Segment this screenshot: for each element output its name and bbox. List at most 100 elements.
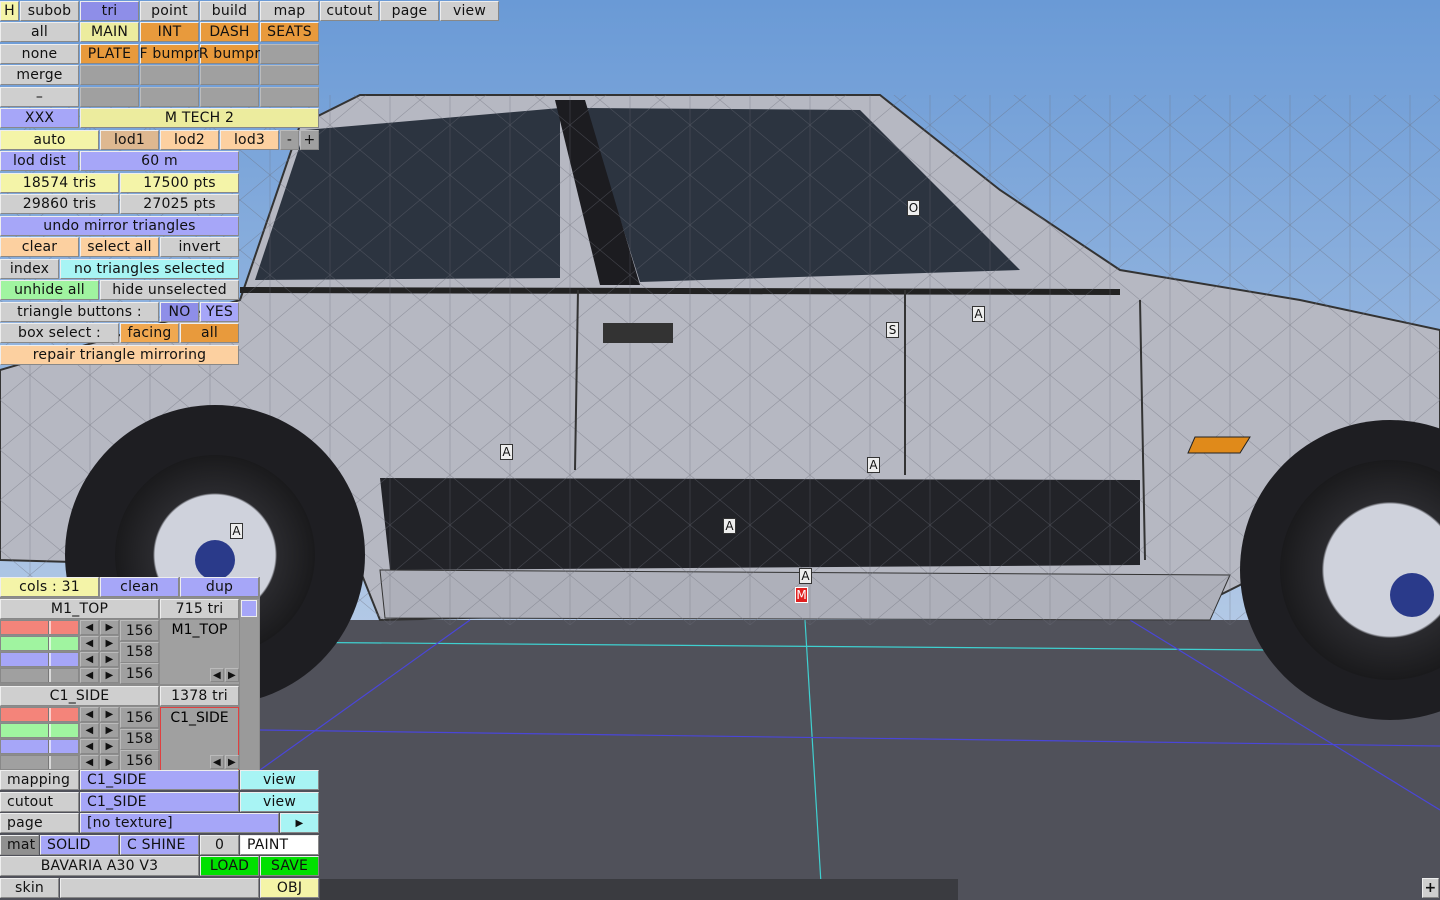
g-value[interactable]: 158 bbox=[120, 641, 159, 663]
decrement-button[interactable]: ◀ bbox=[80, 723, 99, 738]
tab-point[interactable]: point bbox=[140, 1, 199, 21]
increment-button[interactable]: ▶ bbox=[100, 652, 119, 667]
page-select[interactable]: [no texture] bbox=[80, 813, 279, 833]
preview-prev-button[interactable]: ◀ bbox=[210, 668, 224, 682]
dup-button[interactable]: dup bbox=[180, 577, 259, 597]
increment-button[interactable]: ▶ bbox=[100, 668, 119, 683]
group-empty[interactable] bbox=[80, 65, 139, 85]
group-empty[interactable] bbox=[200, 65, 259, 85]
increment-button[interactable]: ▶ bbox=[100, 723, 119, 738]
solid-button[interactable]: SOLID bbox=[40, 835, 119, 855]
group-empty[interactable] bbox=[80, 87, 139, 107]
box-select-facing[interactable]: facing bbox=[120, 323, 179, 343]
model-name[interactable]: M TECH 2 bbox=[80, 108, 319, 128]
alpha-slider[interactable] bbox=[0, 755, 79, 770]
preview-next-button[interactable]: ▶ bbox=[225, 755, 239, 769]
red-slider[interactable] bbox=[0, 707, 79, 722]
blue-slider[interactable] bbox=[0, 652, 79, 667]
c-shine-button[interactable]: C SHINE bbox=[120, 835, 199, 855]
decrement-button[interactable]: ◀ bbox=[80, 668, 99, 683]
decrement-button[interactable]: ◀ bbox=[80, 739, 99, 754]
decrement-button[interactable]: ◀ bbox=[80, 755, 99, 770]
decrement-button[interactable]: ◀ bbox=[80, 652, 99, 667]
group-empty[interactable] bbox=[200, 87, 259, 107]
tab-view[interactable]: view bbox=[440, 1, 499, 21]
preview-prev-button[interactable]: ◀ bbox=[210, 755, 224, 769]
lod-dist-value[interactable]: 60 m bbox=[80, 151, 239, 171]
tab-build[interactable]: build bbox=[200, 1, 259, 21]
add-button[interactable]: + bbox=[1422, 878, 1439, 898]
group-plate[interactable]: PLATE bbox=[80, 44, 139, 64]
r-value[interactable]: 156 bbox=[120, 707, 159, 728]
tab-subob[interactable]: subob bbox=[20, 1, 79, 21]
lod-plus-button[interactable]: + bbox=[300, 130, 319, 150]
red-slider[interactable] bbox=[0, 620, 79, 635]
tab-tri[interactable]: tri bbox=[80, 1, 139, 21]
b-value[interactable]: 156 bbox=[120, 750, 159, 771]
marker-a[interactable]: A bbox=[500, 444, 513, 460]
marker-a[interactable]: A bbox=[867, 457, 880, 473]
lod2-button[interactable]: lod2 bbox=[160, 130, 219, 150]
clean-button[interactable]: clean bbox=[100, 577, 179, 597]
increment-button[interactable]: ▶ bbox=[100, 739, 119, 754]
decrement-button[interactable]: ◀ bbox=[80, 707, 99, 722]
blue-slider[interactable] bbox=[0, 739, 79, 754]
clear-button[interactable]: clear bbox=[0, 237, 79, 257]
index-button[interactable]: index bbox=[0, 259, 59, 279]
group-seats[interactable]: SEATS bbox=[260, 22, 319, 42]
marker-a[interactable]: A bbox=[230, 523, 243, 539]
preview-next-button[interactable]: ▶ bbox=[225, 668, 239, 682]
marker-a[interactable]: A bbox=[972, 306, 985, 322]
group-main[interactable]: MAIN bbox=[80, 22, 139, 42]
lod1-button[interactable]: lod1 bbox=[100, 130, 159, 150]
cutout-select[interactable]: C1_SIDE bbox=[80, 792, 239, 812]
save-button[interactable]: SAVE bbox=[260, 856, 319, 876]
page-next-button[interactable]: ▶ bbox=[280, 813, 319, 833]
invert-button[interactable]: invert bbox=[160, 237, 239, 257]
mapping-view-button[interactable]: view bbox=[240, 770, 319, 790]
group-empty[interactable] bbox=[260, 44, 319, 64]
decrement-button[interactable]: ◀ bbox=[80, 636, 99, 651]
increment-button[interactable]: ▶ bbox=[100, 620, 119, 635]
merge-button[interactable]: merge bbox=[0, 65, 79, 85]
load-button[interactable]: LOAD bbox=[200, 856, 259, 876]
materials-scrollbar[interactable] bbox=[240, 599, 259, 770]
undo-mirror-triangles-button[interactable]: undo mirror triangles bbox=[0, 216, 239, 236]
tab-h[interactable]: H bbox=[0, 1, 19, 21]
marker-a[interactable]: A bbox=[723, 518, 736, 534]
green-slider[interactable] bbox=[0, 723, 79, 738]
scrollbar-thumb[interactable] bbox=[241, 600, 257, 617]
cutout-view-button[interactable]: view bbox=[240, 792, 319, 812]
group-empty[interactable] bbox=[140, 87, 199, 107]
marker-a[interactable]: A bbox=[799, 568, 812, 584]
marker-o[interactable]: O bbox=[907, 200, 920, 216]
alpha-slider[interactable] bbox=[0, 668, 79, 683]
decrement-button[interactable]: ◀ bbox=[80, 620, 99, 635]
triangle-buttons-yes[interactable]: YES bbox=[200, 302, 239, 322]
group-dash[interactable]: DASH bbox=[200, 22, 259, 42]
skin-field[interactable] bbox=[60, 878, 259, 898]
repair-triangle-mirroring-button[interactable]: repair triangle mirroring bbox=[0, 345, 239, 365]
group-empty[interactable] bbox=[260, 87, 319, 107]
increment-button[interactable]: ▶ bbox=[100, 707, 119, 722]
mat-value[interactable]: 0 bbox=[200, 835, 239, 855]
marker-m[interactable]: M bbox=[795, 587, 808, 603]
r-value[interactable]: 156 bbox=[120, 620, 159, 641]
mapping-select[interactable]: C1_SIDE bbox=[80, 770, 239, 790]
green-slider[interactable] bbox=[0, 636, 79, 651]
group-int[interactable]: INT bbox=[140, 22, 199, 42]
select-all-button[interactable]: select all bbox=[80, 237, 159, 257]
marker-s[interactable]: S bbox=[886, 322, 899, 338]
group-r-bumpr[interactable]: R bumpr bbox=[199, 44, 260, 64]
unhide-all-button[interactable]: unhide all bbox=[0, 280, 99, 300]
xxx-button[interactable]: XXX bbox=[0, 108, 79, 128]
material-name[interactable]: C1_SIDE bbox=[0, 686, 159, 706]
material-name[interactable]: M1_TOP bbox=[0, 599, 159, 619]
paint-field[interactable]: PAINT bbox=[240, 835, 319, 855]
lod3-button[interactable]: lod3 bbox=[220, 130, 279, 150]
increment-button[interactable]: ▶ bbox=[100, 755, 119, 770]
b-value[interactable]: 156 bbox=[120, 663, 159, 684]
file-name[interactable]: BAVARIA A30 V3 bbox=[0, 856, 199, 876]
group-empty[interactable] bbox=[140, 65, 199, 85]
g-value[interactable]: 158 bbox=[120, 728, 159, 750]
